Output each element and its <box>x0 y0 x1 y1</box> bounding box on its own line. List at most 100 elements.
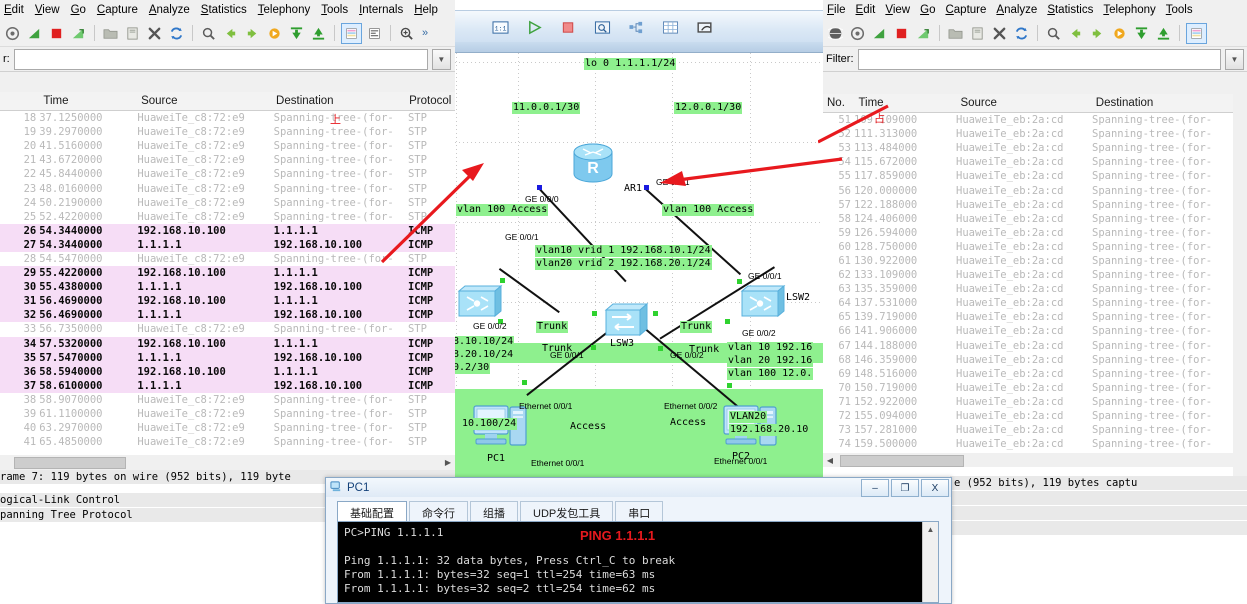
packet-row[interactable]: 66 141.906000 HuaweiTe_eb:2a:cd Spanning-tr… <box>823 324 1233 339</box>
device-switch-lsw1[interactable] <box>455 281 505 321</box>
start-capture-icon[interactable] <box>870 24 889 43</box>
zoom-actual-size-icon[interactable]: 1:1 <box>491 18 510 37</box>
packet-row[interactable]: 26 54.3440000 192.168.10.100 1.1.1.1 ICMP <box>0 223 455 238</box>
toolbar-right[interactable] <box>823 20 1247 47</box>
packet-row[interactable]: 21 43.6720000 HuaweiTe_c8:72:e9 Spanning-tr… <box>0 153 455 168</box>
packet-row[interactable]: 39 61.1100000 HuaweiTe_c8:72:e9 Spanning-tr… <box>0 406 455 422</box>
menu-item-file[interactable]: File <box>827 4 846 16</box>
stop-capture-icon[interactable] <box>892 24 911 43</box>
packet-row[interactable]: 73 157.281000 HuaweiTe_eb:2a:cd Spanning-tr… <box>823 423 1233 438</box>
go-back-icon[interactable] <box>221 24 240 43</box>
packet-row[interactable]: 34 57.5320000 192.168.10.100 1.1.1.1 ICMP <box>0 336 455 351</box>
go-forward-icon[interactable] <box>243 24 262 43</box>
filter-dropdown-chevron-icon[interactable]: ▼ <box>1225 48 1244 70</box>
menu-item-view[interactable]: View <box>885 4 910 16</box>
packet-row[interactable]: 58 124.406000 HuaweiTe_eb:2a:cd Spanning-tr… <box>823 211 1233 226</box>
packet-detail-rows-left-lower[interactable]: EEE 802.3 Ethernetogical-Link Controlpan… <box>0 492 330 523</box>
auto-scroll-icon[interactable] <box>365 24 384 43</box>
menu-item-go[interactable]: Go <box>920 4 935 16</box>
packet-row[interactable]: 25 52.4220000 HuaweiTe_c8:72:e9 Spanning-tr… <box>0 209 455 224</box>
packet-row[interactable]: 59 126.594000 HuaweiTe_eb:2a:cd Spanning-tr… <box>823 225 1233 240</box>
menu-bar-left[interactable]: Edit View Go Capture Analyze Statistics Teleph… <box>0 0 470 20</box>
column-header-destination[interactable]: Destination <box>272 95 405 107</box>
find-packet-icon[interactable] <box>1044 24 1063 43</box>
packet-list-hscrollbar-left[interactable]: ▶ <box>0 455 455 469</box>
toolbar-left[interactable]: » <box>0 20 470 47</box>
column-header-destination-right[interactable]: Destination <box>1092 97 1233 109</box>
device-switch-lsw3[interactable] <box>603 301 651 339</box>
pc1-terminal-scrollbar[interactable]: ▲ <box>922 522 938 602</box>
reload-icon[interactable] <box>167 24 186 43</box>
open-file-icon[interactable] <box>101 24 120 43</box>
packet-row[interactable]: 23 48.0160000 HuaweiTe_c8:72:e9 Spanning-tr… <box>0 181 455 196</box>
capture-packet-icon[interactable] <box>593 18 612 37</box>
packet-row[interactable]: 38 58.9070000 HuaweiTe_c8:72:e9 Spanning-tr… <box>0 392 455 407</box>
packet-row[interactable]: 70 150.719000 HuaweiTe_eb:2a:cd Spanning-tr… <box>823 380 1233 395</box>
ensp-toolbar-secondary[interactable] <box>455 42 835 53</box>
menu-item-capture[interactable]: Capture <box>945 4 986 16</box>
packet-row[interactable]: 62 133.109000 HuaweiTe_eb:2a:cd Spanning-tr… <box>823 268 1233 283</box>
pc1-tab-组播[interactable]: 组播 <box>470 501 518 523</box>
scroll-right-arrow-icon[interactable]: ▶ <box>441 455 455 469</box>
menu-item-analyze[interactable]: Analyze <box>996 4 1037 16</box>
column-header-time[interactable]: Time <box>39 95 137 107</box>
packet-list-hscrollbar-right[interactable]: ◀ <box>823 453 1233 467</box>
start-capture-icon[interactable] <box>25 24 44 43</box>
menu-item-analyze[interactable]: Analyze <box>149 4 190 16</box>
packet-row[interactable]: 20 41.5160000 HuaweiTe_c8:72:e9 Spanning-tr… <box>0 139 455 154</box>
screenshot-icon[interactable] <box>695 18 714 37</box>
open-file-icon[interactable] <box>946 24 965 43</box>
toolbar-overflow-chevron[interactable]: » <box>419 27 431 39</box>
interfaces-icon[interactable] <box>3 24 22 43</box>
packet-row[interactable]: 71 152.922000 HuaweiTe_eb:2a:cd Spanning-tr… <box>823 394 1233 409</box>
wireshark-window-right[interactable]: File Edit View Go Capture Analyze Statistics Te… <box>823 0 1247 492</box>
column-header-source[interactable]: Source <box>137 95 272 107</box>
packet-row[interactable]: 57 122.188000 HuaweiTe_eb:2a:cd Spanning-tr… <box>823 197 1233 212</box>
column-header-source-right[interactable]: Source <box>956 97 1091 109</box>
hscroll-thumb-right[interactable] <box>840 455 964 467</box>
stop-capture-icon[interactable] <box>47 24 66 43</box>
menu-item-tools[interactable]: Tools <box>1166 4 1193 16</box>
packet-row[interactable]: 65 139.719000 HuaweiTe_eb:2a:cd Spanning-tr… <box>823 310 1233 325</box>
scroll-up-arrow-icon[interactable]: ▲ <box>923 522 938 536</box>
close-button[interactable]: X <box>921 479 949 497</box>
stop-device-icon[interactable] <box>559 18 578 37</box>
packet-row[interactable]: 72 155.094000 HuaweiTe_eb:2a:cd Spanning-tr… <box>823 408 1233 424</box>
close-file-icon[interactable] <box>990 24 1009 43</box>
menu-bar-right[interactable]: File Edit View Go Capture Analyze Statistics Te… <box>823 0 1247 20</box>
go-last-packet-icon[interactable] <box>1154 24 1173 43</box>
packet-row[interactable]: 37 58.6100000 1.1.1.1 192.168.10.100 ICMP <box>0 378 455 393</box>
maximize-button[interactable]: ❐ <box>891 479 919 497</box>
restart-capture-icon[interactable] <box>914 24 933 43</box>
menu-item-telephony[interactable]: Telephony <box>258 4 310 16</box>
packet-rows-left[interactable]: 18 37.1250000 HuaweiTe_c8:72:e9 Spanning-tr… <box>0 111 455 450</box>
packet-row[interactable]: 18 37.1250000 HuaweiTe_c8:72:e9 Spanning-tr… <box>0 111 455 126</box>
close-file-icon[interactable] <box>145 24 164 43</box>
go-to-packet-icon[interactable] <box>265 24 284 43</box>
colorize-icon[interactable] <box>341 22 362 44</box>
detail-row-right-blank[interactable] <box>950 491 1247 506</box>
detail-row-right-blank[interactable] <box>950 506 1247 521</box>
packet-row[interactable]: 55 117.859000 HuaweiTe_eb:2a:cd Spanning-tr… <box>823 169 1233 184</box>
pc1-window-controls[interactable]: – ❐ X <box>861 479 949 497</box>
colorize-icon[interactable] <box>1186 22 1207 44</box>
go-forward-icon[interactable] <box>1088 24 1107 43</box>
grid-view-icon[interactable] <box>661 18 680 37</box>
menu-item-capture[interactable]: Capture <box>97 4 138 16</box>
column-header-no-right[interactable]: No. <box>823 97 854 109</box>
packet-list-left[interactable]: Time Source Destination Protocol 18 37.12… <box>0 92 455 455</box>
start-device-icon[interactable] <box>525 18 544 37</box>
menu-item-help[interactable]: Help <box>414 4 438 16</box>
packet-row[interactable]: 19 39.2970000 HuaweiTe_c8:72:e9 Spanning-tr… <box>0 125 455 140</box>
packet-detail-overflow-left[interactable]: EEE 802.3 Ethernetogical-Link Controlpan… <box>0 492 330 602</box>
detail-row-right[interactable]: e (952 bits), 119 bytes captu <box>950 476 1247 491</box>
packet-row[interactable]: 69 148.516000 HuaweiTe_eb:2a:cd Spanning-tr… <box>823 366 1233 381</box>
packet-row[interactable]: 67 144.188000 HuaweiTe_eb:2a:cd Spanning-tr… <box>823 338 1233 353</box>
packet-row[interactable]: 64 137.531000 HuaweiTe_eb:2a:cd Spanning-tr… <box>823 296 1233 311</box>
reload-icon[interactable] <box>1012 24 1031 43</box>
menu-item-tools[interactable]: Tools <box>321 4 348 16</box>
capture-options-icon[interactable] <box>848 24 867 43</box>
packet-row[interactable]: 60 128.750000 HuaweiTe_eb:2a:cd Spanning-tr… <box>823 239 1233 254</box>
scroll-left-arrow-icon[interactable]: ◀ <box>823 453 837 467</box>
ensp-toolbar[interactable]: 1:1 <box>455 10 835 43</box>
